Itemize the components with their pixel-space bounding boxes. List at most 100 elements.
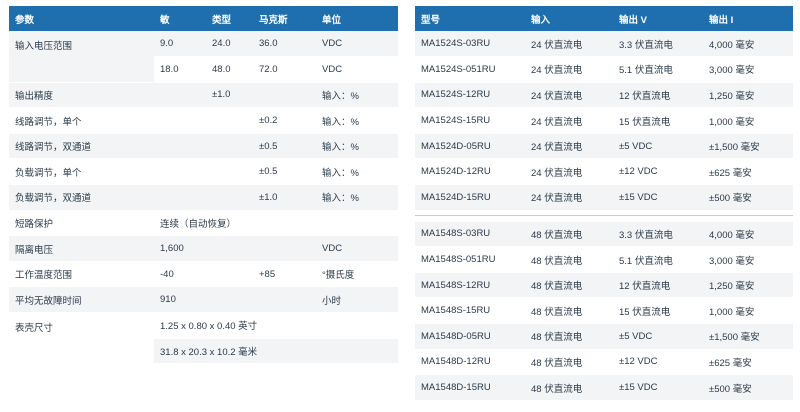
min-cell: -40 bbox=[154, 261, 206, 288]
min-cell bbox=[154, 82, 206, 109]
table-row: 表壳尺寸 1.25 x 0.80 x 0.40 英寸 bbox=[9, 312, 398, 365]
param-cell: 输出精度 bbox=[9, 82, 154, 109]
output-v-cell: ±12 VDC bbox=[613, 158, 703, 186]
max-cell bbox=[253, 235, 316, 262]
output-v-cell: 5.1 伏直流电 bbox=[613, 246, 703, 273]
output-v-cell: ±15 VDC bbox=[613, 374, 703, 401]
model-cell: MA1524S-15RU bbox=[415, 107, 525, 134]
param-cell: 隔离电压 bbox=[9, 235, 154, 262]
input-cell: 24 伏直流电 bbox=[525, 158, 613, 186]
model-cell: MA1524D-05RU bbox=[415, 133, 525, 160]
unit-cell: °摄氏度 bbox=[316, 261, 398, 288]
table-row: MA1524S-051RU 24 伏直流电 5.1 伏直流电 3,000 毫安 bbox=[415, 56, 793, 83]
table-row: MA1524S-12RU 24 伏直流电 12 伏直流电 1,250 毫安 bbox=[415, 82, 793, 109]
type-cell: 48.0 bbox=[206, 56, 253, 83]
min-cell: 9.0 bbox=[154, 31, 206, 58]
table-row: MA1524D-05RU 24 伏直流电 ±5 VDC ±1,500 毫安 bbox=[415, 133, 793, 160]
model-cell: MA1524D-15RU bbox=[415, 184, 525, 211]
output-v-cell: ±15 VDC bbox=[613, 184, 703, 211]
min-cell: 18.0 bbox=[154, 56, 206, 83]
output-i-cell: ±625 毫安 bbox=[703, 158, 793, 186]
table-row: MA1548D-15RU 48 伏直流电 ±15 VDC ±500 毫安 bbox=[415, 374, 793, 401]
max-cell bbox=[253, 286, 316, 314]
table-row: 线路调节，单个 ±0.2 输入：% bbox=[9, 107, 398, 134]
header-parameter: 参数 bbox=[9, 6, 154, 31]
model-cell: MA1548D-15RU bbox=[415, 374, 525, 401]
models-header-row: 型号 输入 输出 V 输出 I bbox=[415, 6, 793, 31]
min-cell bbox=[154, 107, 206, 134]
param-cell: 工作温度范围 bbox=[9, 261, 154, 288]
input-cell: 48 伏直流电 bbox=[525, 297, 613, 325]
input-cell: 24 伏直流电 bbox=[525, 82, 613, 109]
max-cell: ±1.0 bbox=[253, 184, 316, 211]
table-row: MA1548D-12RU 48 伏直流电 ±12 VDC ±625 毫安 bbox=[415, 349, 793, 376]
output-i-cell: 1,000 毫安 bbox=[703, 297, 793, 325]
header-output-v: 输出 V bbox=[613, 6, 703, 31]
output-v-cell: 5.1 伏直流电 bbox=[613, 56, 703, 83]
unit-cell: 输入：% bbox=[316, 82, 398, 109]
type-cell bbox=[206, 261, 253, 288]
model-cell: MA1548S-15RU bbox=[415, 297, 525, 325]
unit-cell: 输入：% bbox=[316, 184, 398, 211]
param-cell: 表壳尺寸 bbox=[9, 312, 154, 365]
header-type: 类型 bbox=[206, 6, 253, 31]
table-row: MA1548S-051RU 48 伏直流电 5.1 伏直流电 3,000 毫安 bbox=[415, 246, 793, 273]
output-v-cell: 3.3 伏直流电 bbox=[613, 221, 703, 248]
output-v-cell: 3.3 伏直流电 bbox=[613, 31, 703, 58]
table-row: MA1548S-03RU 48 伏直流电 3.3 伏直流电 4,000 毫安 bbox=[415, 221, 793, 248]
type-cell: 24.0 bbox=[206, 31, 253, 58]
table-row: MA1548S-12RU 48 伏直流电 12 伏直流电 1,250 毫安 bbox=[415, 272, 793, 299]
max-cell: ±0.5 bbox=[253, 133, 316, 160]
input-cell: 48 伏直流电 bbox=[525, 349, 613, 376]
output-i-cell: ±1,500 毫安 bbox=[703, 133, 793, 160]
unit-cell: 输入：% bbox=[316, 133, 398, 160]
output-v-cell: 15 伏直流电 bbox=[613, 297, 703, 325]
model-cell: MA1548S-051RU bbox=[415, 246, 525, 273]
header-model: 型号 bbox=[415, 6, 525, 31]
input-cell: 48 伏直流电 bbox=[525, 272, 613, 299]
max-cell: 72.0 bbox=[253, 56, 316, 83]
output-i-cell: ±500 毫安 bbox=[703, 184, 793, 211]
table-row: MA1524D-12RU 24 伏直流电 ±12 VDC ±625 毫安 bbox=[415, 158, 793, 186]
unit-cell: VDC bbox=[316, 31, 398, 58]
param-cell: 负载调节，单个 bbox=[9, 158, 154, 186]
input-cell: 24 伏直流电 bbox=[525, 184, 613, 211]
type-cell bbox=[206, 133, 253, 160]
table-row: 平均无故障时间 910 小时 bbox=[9, 286, 398, 314]
max-cell: ±0.2 bbox=[253, 107, 316, 134]
model-cell: MA1524D-12RU bbox=[415, 158, 525, 186]
model-cell: MA1548S-12RU bbox=[415, 272, 525, 299]
min-cell: 1,600 bbox=[154, 235, 206, 262]
table-row: 工作温度范围 -40 +85 °摄氏度 bbox=[9, 261, 398, 288]
output-v-cell: 15 伏直流电 bbox=[613, 107, 703, 134]
table-row: MA1548D-05RU 48 伏直流电 ±5 VDC ±1,500 毫安 bbox=[415, 323, 793, 350]
table-row: MA1524S-15RU 24 伏直流电 15 伏直流电 1,000 毫安 bbox=[415, 107, 793, 134]
output-i-cell: 3,000 毫安 bbox=[703, 246, 793, 273]
output-v-cell: 12 伏直流电 bbox=[613, 82, 703, 109]
type-cell bbox=[206, 286, 253, 314]
model-cell: MA1548D-12RU bbox=[415, 349, 525, 376]
model-cell: MA1548D-05RU bbox=[415, 323, 525, 350]
type-cell bbox=[206, 107, 253, 134]
output-i-cell: 1,250 毫安 bbox=[703, 82, 793, 109]
output-v-cell: ±5 VDC bbox=[613, 133, 703, 160]
output-i-cell: ±1,500 毫安 bbox=[703, 323, 793, 350]
min-cell: 连续（自动恢复） bbox=[154, 210, 398, 237]
param-cell: 负载调节，双通道 bbox=[9, 184, 154, 211]
output-i-cell: 3,000 毫安 bbox=[703, 56, 793, 83]
type-cell: ±1.0 bbox=[206, 82, 253, 109]
param-cell: 输入电压范围 bbox=[9, 31, 154, 83]
table-row: 输入电压范围 9.0 24.0 36.0 VDC bbox=[9, 31, 398, 83]
input-cell: 24 伏直流电 bbox=[525, 31, 613, 58]
header-max: 马克斯 bbox=[253, 6, 316, 31]
table-row: 隔离电压 1,600 VDC bbox=[9, 235, 398, 262]
unit-cell: VDC bbox=[316, 56, 398, 83]
unit-cell: 小时 bbox=[316, 286, 398, 314]
input-cell: 24 伏直流电 bbox=[525, 56, 613, 83]
unit-cell: 输入：% bbox=[316, 107, 398, 134]
model-cell: MA1524S-03RU bbox=[415, 31, 525, 58]
parameters-header-row: 参数 敏 类型 马克斯 单位 bbox=[9, 6, 398, 31]
table-row: 负载调节，单个 ±0.5 输入：% bbox=[9, 158, 398, 186]
unit-cell: 输入：% bbox=[316, 158, 398, 186]
max-cell: ±0.5 bbox=[253, 158, 316, 186]
